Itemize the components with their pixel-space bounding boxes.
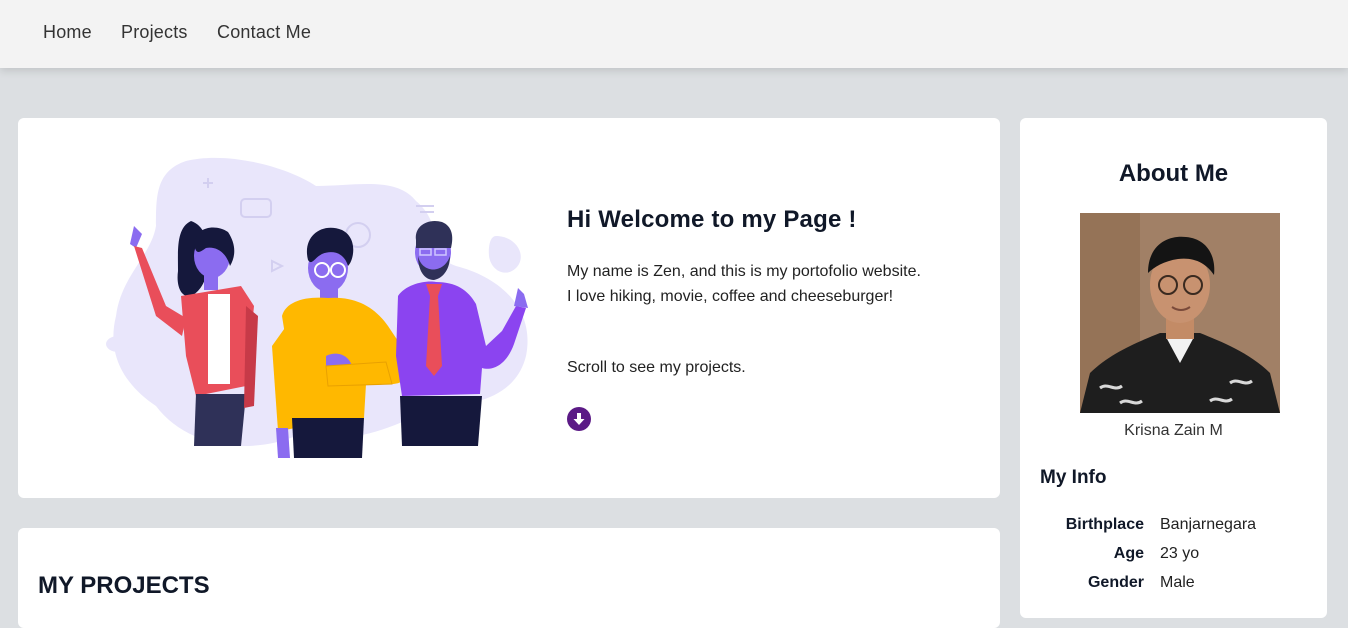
arrow-down-circle-icon	[573, 413, 585, 425]
info-key: Birthplace	[1065, 516, 1144, 533]
info-key: Age	[1113, 545, 1144, 562]
intro-line-1: My name is Zen, and this is my portofoli…	[567, 263, 921, 280]
nav-projects-link[interactable]: Projects	[121, 22, 188, 43]
scroll-hint-text: Scroll to see my projects.	[567, 359, 746, 376]
info-row-age: Age 23 yo	[1020, 545, 1327, 569]
team-illustration	[106, 157, 528, 458]
projects-card: MY PROJECTS	[18, 528, 1000, 628]
info-row-gender: Gender Male	[1020, 574, 1327, 598]
scroll-down-button[interactable]	[567, 407, 591, 431]
about-me-heading: About Me	[1118, 160, 1229, 187]
top-navbar: Home Projects Contact Me	[0, 0, 1348, 68]
welcome-heading: Hi Welcome to my Page !	[567, 206, 857, 233]
info-value: Male	[1160, 574, 1195, 591]
intro-text: My name is Zen, and this is my portofoli…	[567, 259, 987, 309]
nav-home-link[interactable]: Home	[43, 22, 92, 43]
info-value: Banjarnegara	[1160, 516, 1257, 533]
info-row-birthplace: Birthplace Banjarnegara	[1020, 516, 1327, 540]
intro-line-2: I love hiking, movie, coffee and cheeseb…	[567, 288, 894, 305]
info-value: 23 yo	[1160, 545, 1200, 562]
info-key: Gender	[1087, 574, 1144, 591]
profile-name: Krisna Zain M	[1124, 422, 1223, 439]
profile-photo	[1080, 213, 1280, 413]
my-info-heading: My Info	[1040, 467, 1107, 488]
about-me-card: About Me Krisna Zain M My Info Birthplac…	[1020, 118, 1327, 618]
nav-contact-link[interactable]: Contact Me	[217, 22, 311, 43]
welcome-card: Hi Welcome to my Page ! My name is Zen, …	[18, 118, 1000, 498]
projects-heading: MY PROJECTS	[38, 572, 210, 599]
